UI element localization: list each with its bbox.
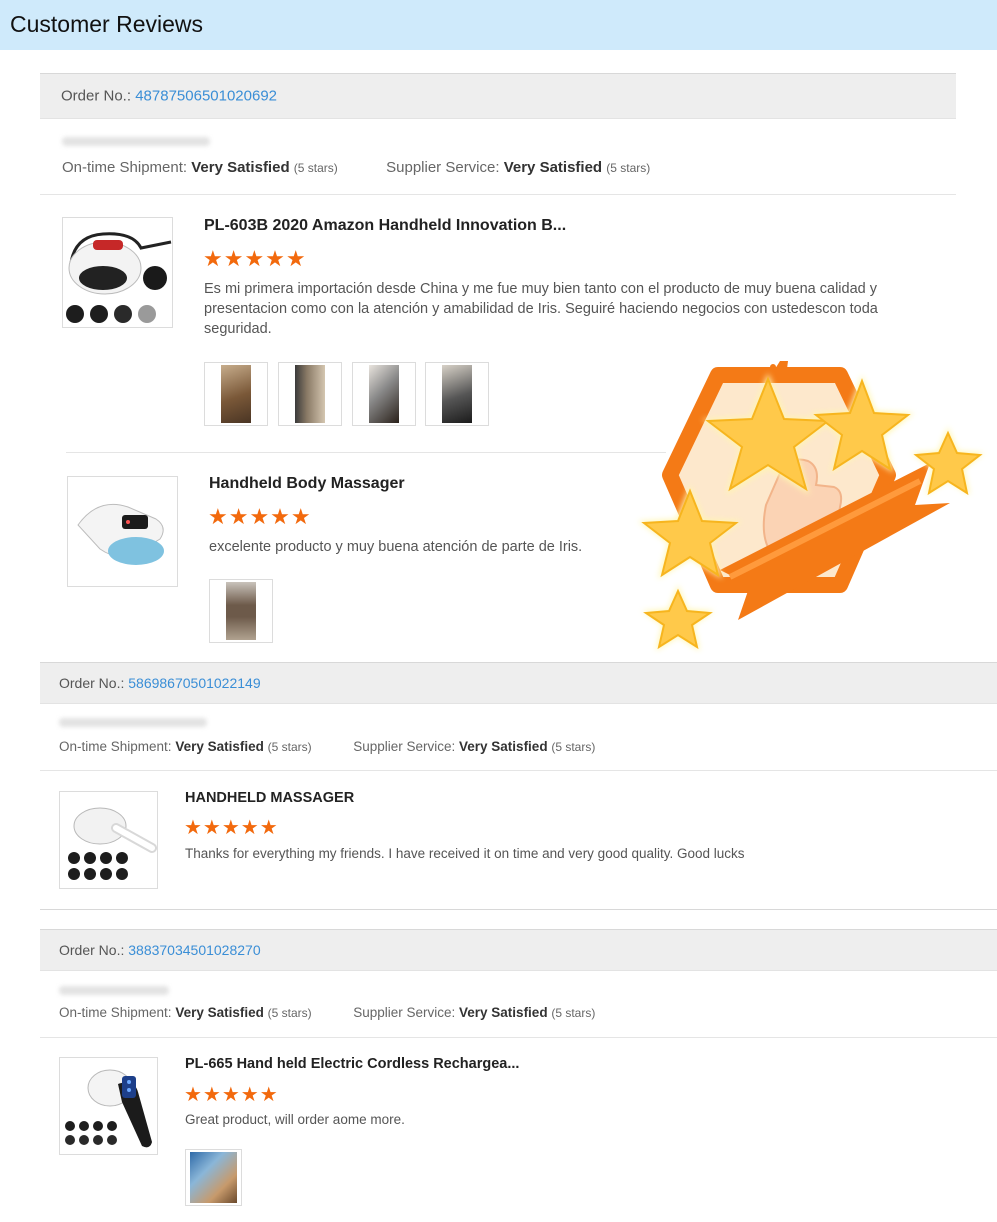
order-header: Order No.: 58698670501022149 (40, 662, 997, 704)
review-text: Thanks for everything my friends. I have… (185, 846, 745, 861)
shipment-stars-text: (5 stars) (293, 161, 338, 175)
order-number-link[interactable]: 58698670501022149 (128, 675, 260, 691)
star-rating: ★★★★★ (184, 817, 279, 839)
review-photo[interactable] (278, 362, 342, 426)
order-header: Order No.: 38837034501028270 (40, 929, 997, 971)
supplier-stars-text: (5 stars) (606, 161, 651, 175)
review-photo[interactable] (352, 362, 416, 426)
divider (66, 452, 666, 453)
review-photo[interactable] (185, 1149, 242, 1206)
shipment-rating: Very Satisfied (175, 1005, 264, 1020)
shipment-stars-text: (5 stars) (267, 1006, 312, 1020)
product-thumbnail[interactable] (59, 791, 158, 889)
order-number-line: Order No.: 48787506501020692 (61, 88, 277, 105)
product-thumbnail[interactable] (62, 217, 173, 328)
supplier-label: Supplier Service: (353, 1005, 456, 1020)
shipment-rating: Very Satisfied (175, 739, 264, 754)
review-text: excelente producto y muy buena atención … (209, 539, 583, 555)
supplier-rating: Very Satisfied (503, 159, 603, 176)
massager-image (68, 807, 157, 880)
divider (40, 1037, 997, 1038)
page-title: Customer Reviews (10, 11, 203, 37)
shipment-label: On-time Shipment: (62, 159, 188, 176)
supplier-label: Supplier Service: (353, 739, 456, 754)
product-thumbnail[interactable] (59, 1057, 158, 1155)
supplier-label: Supplier Service: (386, 159, 500, 176)
massager-image (77, 503, 164, 565)
order-header: Order No.: 48787506501020692 (40, 73, 956, 119)
shipment-rating: Very Satisfied (191, 159, 290, 176)
order-ratings: On-time Shipment: Very Satisfied (5 star… (59, 1005, 595, 1020)
product-name[interactable]: PL-665 Hand held Electric Cordless Recha… (185, 1056, 519, 1072)
product-name[interactable]: Handheld Body Massager (209, 475, 405, 493)
order-number-link[interactable]: 48787506501020692 (135, 88, 277, 105)
five-star-badge-icon (630, 355, 995, 655)
review-text: Great product, will order aome more. (185, 1112, 405, 1127)
supplier-stars-text: (5 stars) (551, 740, 596, 754)
order-ratings: On-time Shipment: Very Satisfied (5 star… (62, 159, 650, 176)
order-number-label: Order No.: (59, 942, 125, 958)
star-rating: ★★★★★ (184, 1084, 279, 1106)
divider (40, 770, 997, 771)
product-thumbnail[interactable] (67, 476, 178, 587)
supplier-stars-text: (5 stars) (551, 1006, 596, 1020)
review-photo[interactable] (204, 362, 268, 426)
massager-image (65, 1069, 152, 1148)
product-name[interactable]: HANDHELD MASSAGER (185, 790, 354, 806)
page-header: Customer Reviews (0, 0, 997, 50)
order-number-label: Order No.: (61, 87, 132, 105)
order-ratings: On-time Shipment: Very Satisfied (5 star… (59, 739, 595, 754)
supplier-rating: Very Satisfied (459, 739, 548, 754)
star-rating: ★★★★★ (208, 504, 312, 529)
star-rating: ★★★★★ (203, 246, 307, 271)
divider (40, 194, 956, 195)
buyer-name-blurred (59, 986, 169, 995)
shipment-label: On-time Shipment: (59, 1005, 172, 1020)
buyer-name-blurred (62, 137, 210, 146)
review-text: Es mi primera importación desde China y … (204, 281, 878, 337)
buyer-name-blurred (59, 718, 207, 727)
massager-image (66, 232, 172, 323)
supplier-rating: Very Satisfied (459, 1005, 548, 1020)
review-photo[interactable] (425, 362, 489, 426)
order-number-label: Order No.: (59, 675, 125, 691)
order-number-line: Order No.: 38837034501028270 (59, 942, 261, 958)
order-number-line: Order No.: 58698670501022149 (59, 675, 261, 691)
order-number-link[interactable]: 38837034501028270 (128, 942, 260, 958)
shipment-stars-text: (5 stars) (267, 740, 312, 754)
divider (40, 909, 997, 910)
product-name[interactable]: PL-603B 2020 Amazon Handheld Innovation … (204, 217, 566, 235)
review-photo[interactable] (209, 579, 273, 643)
shipment-label: On-time Shipment: (59, 739, 172, 754)
